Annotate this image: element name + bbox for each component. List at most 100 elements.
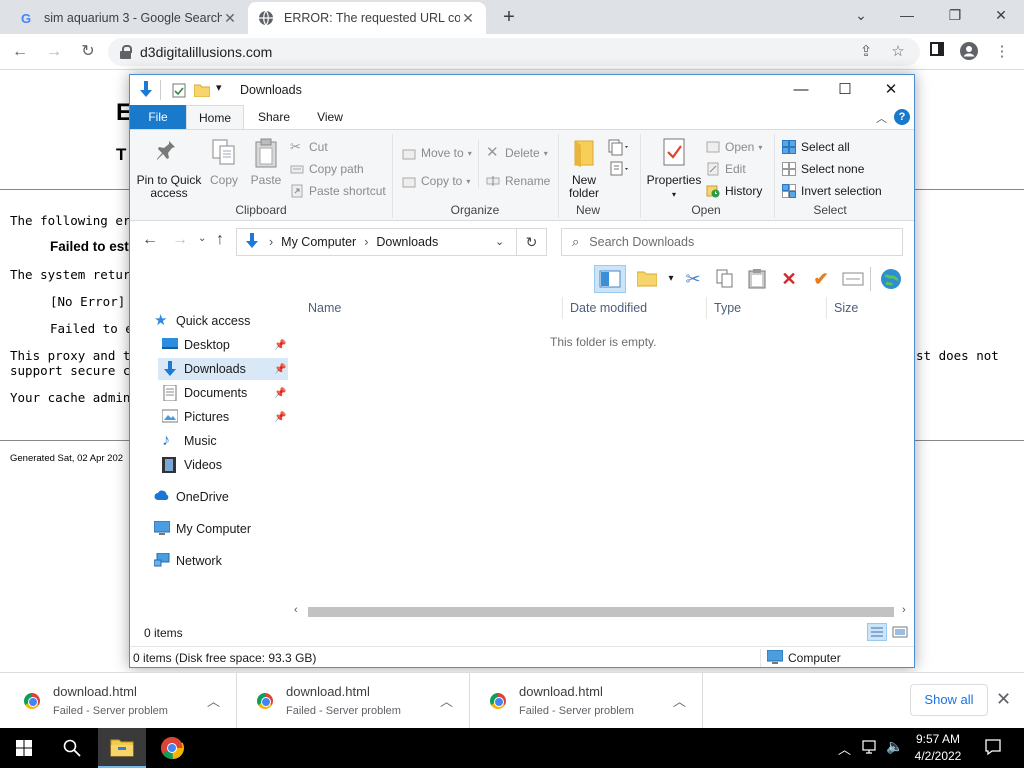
- rename-button[interactable]: Rename: [486, 172, 550, 190]
- download-item[interactable]: download.html Failed - Server problem ︿: [470, 673, 703, 729]
- up-arrow-icon[interactable]: ↑: [216, 231, 224, 249]
- recent-locations-icon[interactable]: ⌄: [198, 233, 206, 244]
- start-windows-icon[interactable]: [0, 728, 48, 768]
- refresh-icon[interactable]: ↻: [517, 228, 547, 256]
- delete-x-icon[interactable]: ✕: [776, 265, 802, 293]
- new-folder-button[interactable]: New folder: [564, 138, 604, 200]
- copy-button[interactable]: Copy: [204, 138, 244, 187]
- back-button[interactable]: ←: [8, 40, 32, 64]
- properties-check-icon[interactable]: [172, 83, 186, 101]
- nav-music[interactable]: ♪ Music: [162, 430, 217, 452]
- forward-arrow-icon[interactable]: →: [172, 231, 188, 249]
- breadcrumb-my-computer[interactable]: My Computer: [281, 235, 356, 249]
- kebab-menu-icon[interactable]: ⋮: [992, 42, 1012, 62]
- close-tab-icon[interactable]: ✕: [460, 10, 476, 26]
- scroll-left-icon[interactable]: ‹: [294, 604, 298, 616]
- history-button[interactable]: History: [706, 182, 762, 200]
- select-all-button[interactable]: Select all: [782, 138, 850, 156]
- properties-button[interactable]: Properties ▾: [644, 138, 704, 201]
- copy-icon[interactable]: [712, 265, 738, 293]
- nav-quick-access[interactable]: ★ Quick access: [154, 310, 250, 332]
- nav-onedrive[interactable]: OneDrive: [154, 486, 229, 508]
- easy-access-icon[interactable]: [608, 160, 630, 181]
- rename-box-icon[interactable]: [840, 265, 866, 293]
- restore-button[interactable]: ❐: [932, 4, 978, 26]
- maximize-button[interactable]: ☐: [822, 79, 868, 101]
- tab-share[interactable]: Share: [246, 105, 302, 129]
- tab-home[interactable]: Home: [186, 105, 244, 129]
- nav-documents[interactable]: Documents 📌: [162, 382, 288, 404]
- help-icon[interactable]: ?: [894, 109, 910, 125]
- pin-to-quick-access-button[interactable]: Pin to Quick access: [136, 138, 202, 200]
- large-icons-view-icon[interactable]: [891, 624, 909, 640]
- side-panel-icon[interactable]: [927, 42, 947, 62]
- download-item[interactable]: download.html Failed - Server problem ︿: [237, 673, 470, 729]
- new-folder-icon[interactable]: [193, 83, 211, 100]
- close-window-button[interactable]: ✕: [868, 79, 914, 101]
- move-to-button[interactable]: Move to ▾: [402, 144, 472, 162]
- chevron-up-icon[interactable]: ︿: [673, 691, 686, 710]
- checkmark-icon[interactable]: ✔: [808, 265, 834, 293]
- system-clock[interactable]: 9:57 AM 4/2/2022: [908, 731, 968, 765]
- column-header-type[interactable]: Type: [706, 297, 826, 319]
- close-tab-icon[interactable]: ✕: [222, 10, 238, 26]
- scroll-right-icon[interactable]: ›: [902, 604, 906, 616]
- chrome-taskbar-icon[interactable]: [148, 728, 196, 768]
- column-header-date-modified[interactable]: Date modified: [562, 297, 706, 319]
- tab-view[interactable]: View: [302, 105, 358, 129]
- preview-pane-icon[interactable]: [594, 265, 626, 293]
- edit-button[interactable]: Edit: [706, 160, 746, 178]
- nav-network[interactable]: Network: [153, 550, 222, 572]
- chevron-up-icon[interactable]: ︿: [838, 739, 851, 758]
- cut-button[interactable]: ✂ Cut: [290, 138, 328, 156]
- volume-icon[interactable]: 🔈: [886, 738, 903, 755]
- close-window-button[interactable]: ✕: [978, 4, 1024, 26]
- nav-downloads[interactable]: Downloads 📌: [158, 358, 288, 380]
- collapse-ribbon-icon[interactable]: ︿: [876, 110, 887, 126]
- delete-button[interactable]: ✕ Delete ▾: [486, 144, 548, 162]
- paste-icon[interactable]: [744, 265, 770, 293]
- address-dropdown-icon[interactable]: ⌄: [495, 235, 504, 248]
- bookmark-star-icon[interactable]: ☆: [888, 42, 908, 62]
- notifications-icon[interactable]: [984, 738, 1002, 759]
- tab-google-search[interactable]: G sim aquarium 3 - Google Search ✕: [8, 2, 248, 34]
- nav-pictures[interactable]: Pictures 📌: [161, 406, 288, 428]
- minimize-button[interactable]: —: [778, 79, 824, 101]
- profile-avatar-icon[interactable]: [959, 42, 979, 62]
- folder-options-icon[interactable]: [634, 265, 660, 293]
- cut-scissors-icon[interactable]: ✂: [680, 265, 706, 293]
- nav-videos[interactable]: Videos: [162, 454, 222, 476]
- column-header-size[interactable]: Size: [826, 297, 902, 319]
- column-header-name[interactable]: Name: [300, 297, 562, 319]
- tab-file[interactable]: File: [130, 105, 186, 129]
- invert-selection-button[interactable]: Invert selection: [782, 182, 882, 200]
- search-icon[interactable]: [48, 728, 96, 768]
- new-tab-button[interactable]: +: [498, 6, 520, 28]
- paste-button[interactable]: Paste: [246, 138, 286, 187]
- address-bar[interactable]: d3digitalillusions.com: [108, 38, 920, 66]
- select-none-button[interactable]: Select none: [782, 160, 864, 178]
- customize-toolbar-dropdown-icon[interactable]: ▾: [216, 81, 222, 94]
- breadcrumb-downloads[interactable]: Downloads: [376, 235, 438, 249]
- nav-desktop[interactable]: Desktop 📌: [162, 334, 288, 356]
- globe-icon[interactable]: [878, 265, 904, 293]
- minimize-button[interactable]: —: [884, 4, 930, 26]
- tab-error-page[interactable]: ERROR: The requested URL could not be re…: [248, 2, 486, 34]
- close-icon[interactable]: ✕: [996, 689, 1011, 710]
- reload-button[interactable]: ↻: [76, 40, 100, 64]
- copy-path-button[interactable]: Copy path: [290, 160, 364, 178]
- forward-button[interactable]: →: [42, 40, 66, 64]
- nav-my-computer[interactable]: My Computer: [153, 518, 251, 540]
- search-box[interactable]: ⌕ Search Downloads: [561, 228, 903, 256]
- chevron-up-icon[interactable]: ︿: [440, 691, 453, 710]
- chevron-down-icon[interactable]: ⌄: [838, 4, 884, 26]
- show-all-button[interactable]: Show all: [910, 684, 988, 716]
- file-explorer-taskbar-icon[interactable]: [98, 728, 146, 768]
- network-status-icon[interactable]: [862, 738, 880, 759]
- download-item[interactable]: download.html Failed - Server problem ︿: [4, 673, 237, 729]
- open-button[interactable]: Open ▾: [706, 138, 762, 156]
- share-icon[interactable]: ⇪: [856, 42, 876, 62]
- address-breadcrumb[interactable]: › My Computer › Downloads ⌄: [236, 228, 517, 256]
- back-arrow-icon[interactable]: ←: [142, 231, 158, 249]
- scrollbar-thumb[interactable]: [308, 607, 894, 617]
